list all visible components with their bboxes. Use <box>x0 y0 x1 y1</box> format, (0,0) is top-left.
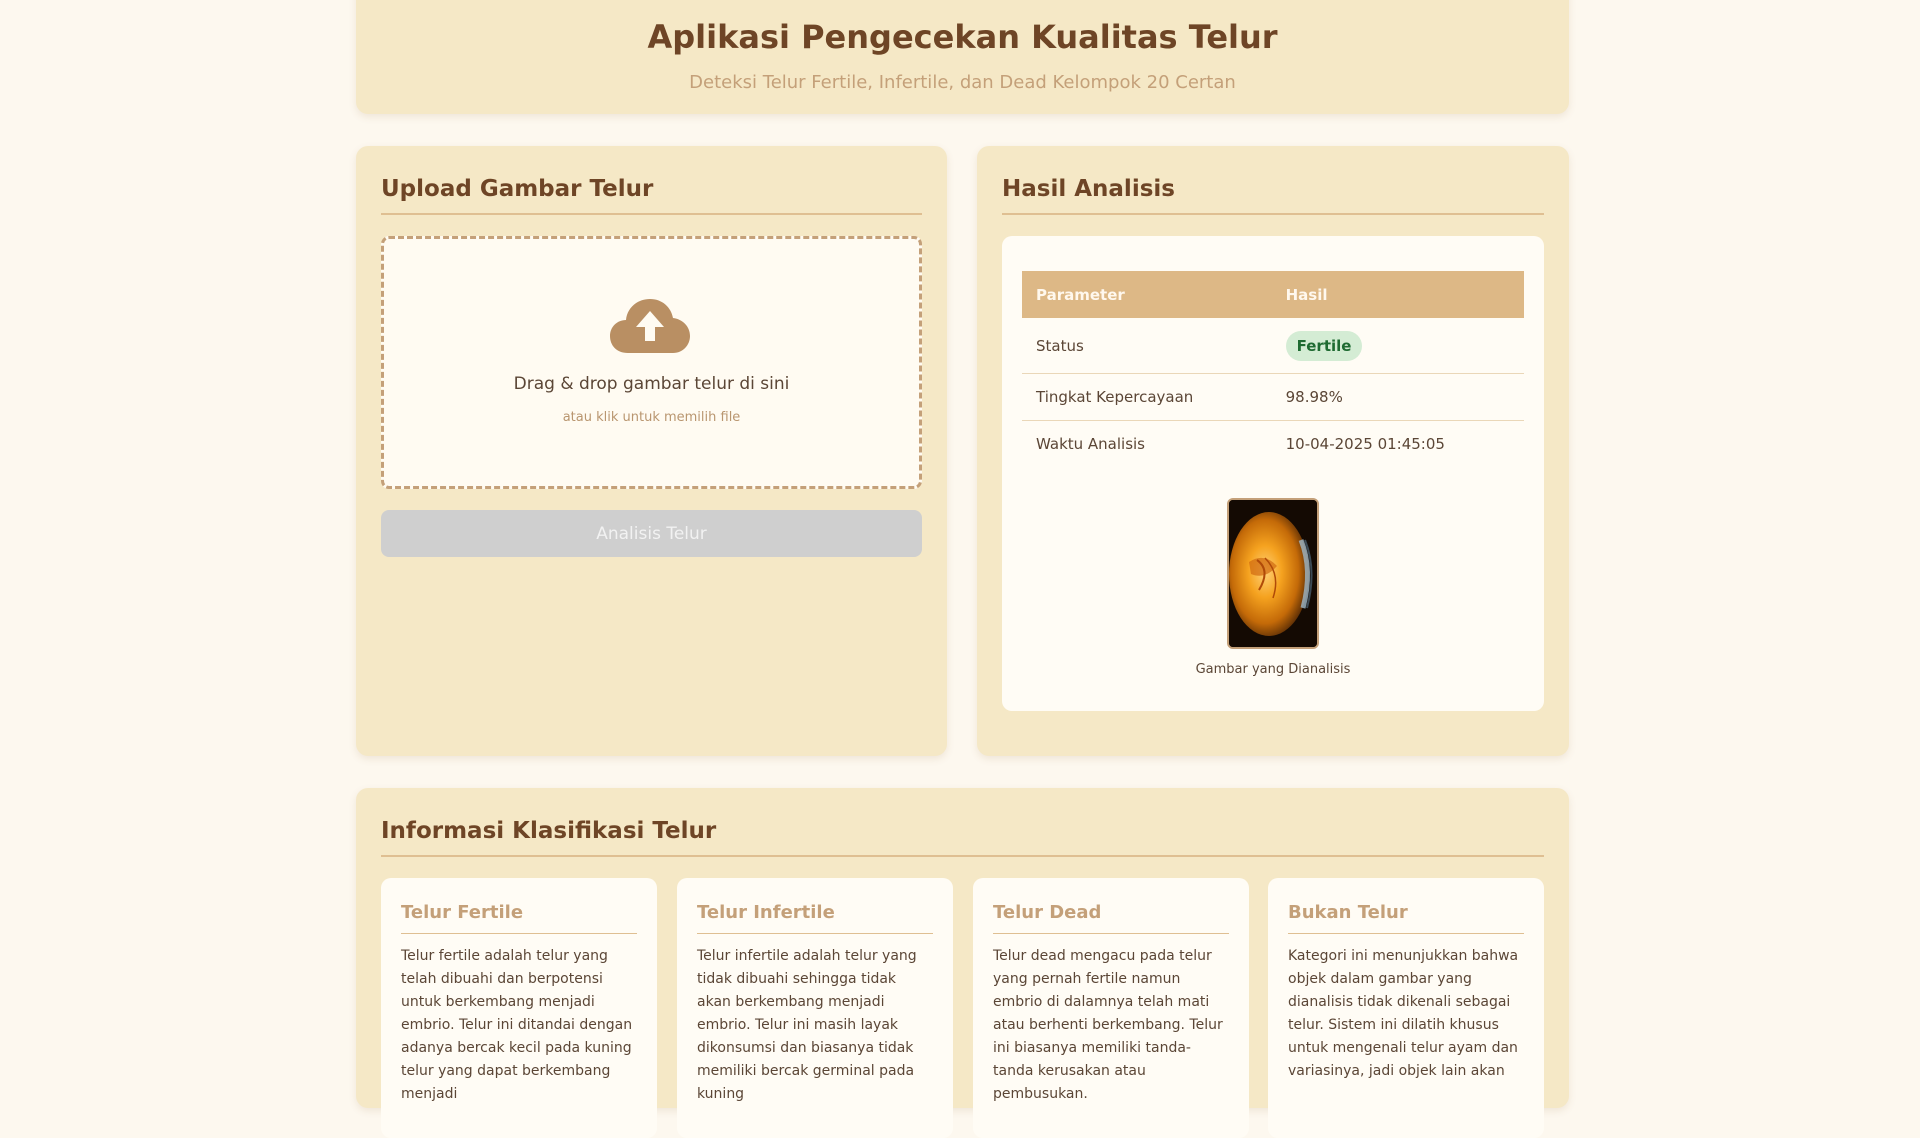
analyzed-egg-image <box>1227 498 1319 649</box>
table-row: Status Fertile <box>1022 318 1524 374</box>
table-row: Tingkat Kepercayaan 98.98% <box>1022 373 1524 421</box>
table-header-result: Hasil <box>1271 271 1524 318</box>
info-card-title: Bukan Telur <box>1288 902 1408 923</box>
info-card-text: Kategori ini menunjukkan bahwa objek dal… <box>1288 948 1519 1079</box>
info-card-dead: Telur Dead Telur dead mengacu pada telur… <box>973 878 1249 1138</box>
dropzone-sub-text: atau klik untuk memilih file <box>562 410 741 425</box>
info-card-text: Telur dead mengacu pada telur yang perna… <box>993 948 1223 1102</box>
table-cell-value: Fertile <box>1271 318 1524 374</box>
result-panel-title: Hasil Analisis <box>1002 176 1175 202</box>
table-cell-param: Tingkat Kepercayaan <box>1022 373 1272 421</box>
result-card: Parameter Hasil Status Fertile Tingkat K… <box>1002 236 1544 711</box>
info-card-text: Telur fertile adalah telur yang telah di… <box>401 948 633 1102</box>
dropzone-main-text: Drag & drop gambar telur di sini <box>513 374 790 394</box>
info-card-not-egg: Bukan Telur Kategori ini menunjukkan bah… <box>1268 878 1544 1138</box>
upload-panel: Upload Gambar Telur Drag & drop gambar t… <box>356 146 947 756</box>
image-caption: Gambar yang Dianalisis <box>1195 662 1351 677</box>
table-cell-value: 10-04-2025 01:45:05 <box>1285 435 1445 453</box>
info-panel-divider <box>381 855 1544 857</box>
info-card-fertile: Telur Fertile Telur fertile adalah telur… <box>381 878 657 1138</box>
upload-panel-divider <box>381 213 922 215</box>
result-table: Parameter Hasil Status Fertile Tingkat K… <box>1022 271 1524 467</box>
classification-info-panel: Informasi Klasifikasi Telur Telur Fertil… <box>356 788 1569 1138</box>
status-badge: Fertile <box>1285 330 1363 361</box>
egg-candling-picture <box>1229 500 1317 647</box>
table-cell-value: 98.98% <box>1271 373 1524 421</box>
analyze-button[interactable]: Analisis Telur <box>381 510 922 557</box>
info-card-title: Telur Infertile <box>697 902 835 923</box>
info-card-divider <box>993 933 1229 934</box>
info-card-divider <box>401 933 637 934</box>
info-card-title: Telur Dead <box>993 902 1102 923</box>
table-header-row: Parameter Hasil <box>1022 271 1524 318</box>
cloud-upload-icon <box>610 299 690 353</box>
table-header-parameter: Parameter <box>1022 271 1272 318</box>
info-panel-title: Informasi Klasifikasi Telur <box>381 818 717 844</box>
info-card-infertile: Telur Infertile Telur infertile adalah t… <box>677 878 953 1138</box>
info-card-divider <box>697 933 933 934</box>
table-cell-param: Waktu Analisis <box>1036 435 1145 453</box>
image-dropzone[interactable]: Drag & drop gambar telur di sini atau kl… <box>381 236 922 489</box>
page-header: Aplikasi Pengecekan Kualitas Telur Detek… <box>356 0 1569 114</box>
page-title: Aplikasi Pengecekan Kualitas Telur <box>647 18 1278 56</box>
info-card-text: Telur infertile adalah telur yang tidak … <box>697 948 917 1102</box>
table-row: Waktu Analisis 10-04-2025 01:45:05 <box>1022 421 1524 468</box>
info-card-divider <box>1288 933 1524 934</box>
result-panel: Hasil Analisis Parameter Hasil Status Fe… <box>977 146 1569 756</box>
result-panel-divider <box>1002 213 1544 215</box>
table-cell-param: Status <box>1022 318 1272 374</box>
info-card-title: Telur Fertile <box>401 902 524 923</box>
page-subtitle: Deteksi Telur Fertile, Infertile, dan De… <box>689 72 1236 93</box>
upload-panel-title: Upload Gambar Telur <box>381 176 654 202</box>
